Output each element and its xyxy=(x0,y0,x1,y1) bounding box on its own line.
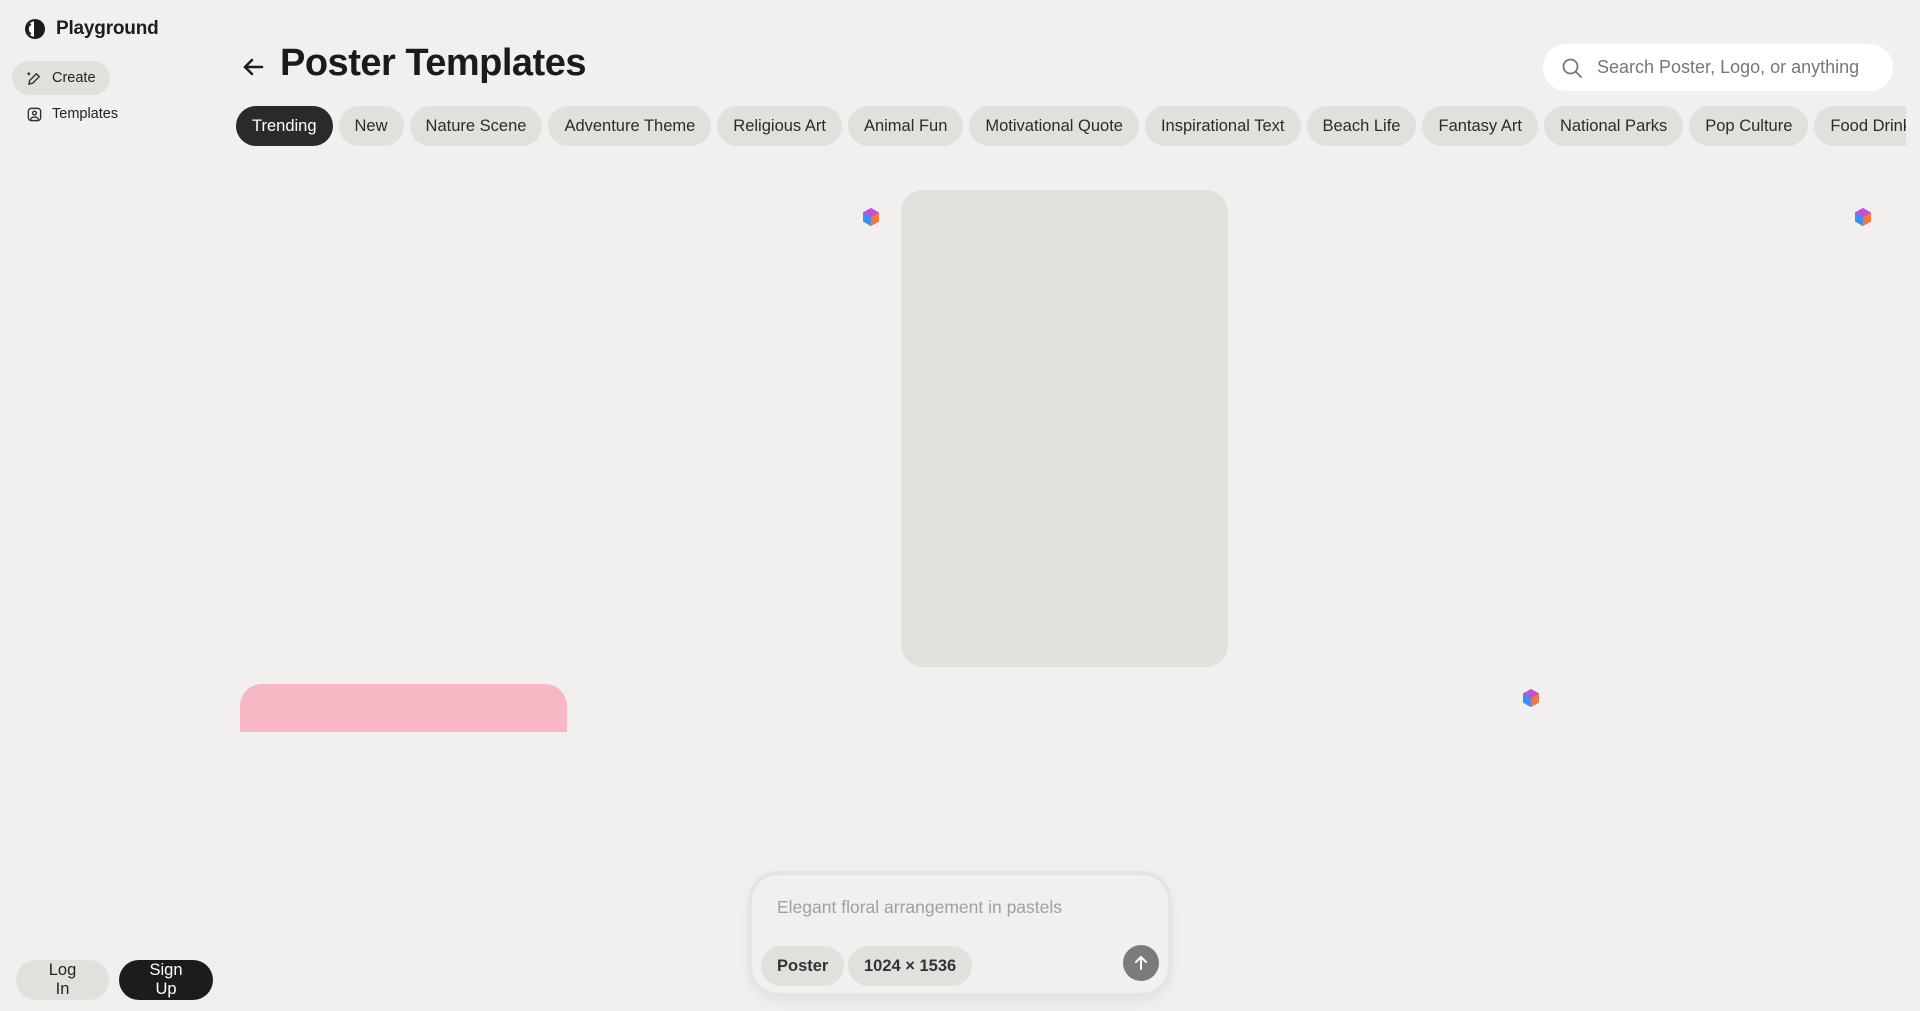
chip-nature-scene[interactable]: Nature Scene xyxy=(409,106,543,146)
loading-hexagon-icon xyxy=(863,208,879,226)
search-bar[interactable] xyxy=(1543,44,1893,91)
loading-hexagon-icon xyxy=(1855,208,1871,226)
auth-buttons: Log In Sign Up xyxy=(16,960,213,1000)
sidebar-item-label: Templates xyxy=(52,106,119,122)
brand[interactable]: Playground xyxy=(24,18,159,40)
chip-adventure-theme[interactable]: Adventure Theme xyxy=(548,106,712,146)
sidebar-item-label: Create xyxy=(52,70,96,86)
prompt-composer: Poster 1024 × 1536 xyxy=(752,875,1168,993)
size-selector[interactable]: 1024 × 1536 xyxy=(848,946,973,986)
page-title: Poster Templates xyxy=(280,42,586,84)
template-card[interactable] xyxy=(240,684,567,732)
chip-motivational-quote[interactable]: Motivational Quote xyxy=(969,106,1139,146)
search-icon xyxy=(1562,58,1582,78)
sidebar-item-create[interactable]: Create xyxy=(12,61,110,95)
type-selector[interactable]: Poster xyxy=(761,946,845,986)
search-input[interactable] xyxy=(1597,57,1877,78)
arrow-up-icon xyxy=(1135,956,1147,970)
chip-food-drink[interactable]: Food Drink xyxy=(1814,106,1906,146)
signup-button[interactable]: Sign Up xyxy=(119,960,213,1000)
back-arrow-icon[interactable] xyxy=(238,52,268,82)
chip-inspirational-text[interactable]: Inspirational Text xyxy=(1144,106,1301,146)
login-button[interactable]: Log In xyxy=(16,960,109,1000)
chip-national-parks[interactable]: National Parks xyxy=(1543,106,1684,146)
chip-trending[interactable]: Trending xyxy=(236,106,333,146)
category-chips: Trending New Nature Scene Adventure Them… xyxy=(236,106,1906,146)
chip-religious-art[interactable]: Religious Art xyxy=(717,106,842,146)
prompt-input[interactable] xyxy=(777,897,1137,918)
sidebar: Playground Create Templates Log In Sign … xyxy=(0,0,230,1011)
chip-new[interactable]: New xyxy=(338,106,404,146)
sidebar-item-templates[interactable]: Templates xyxy=(12,97,132,131)
chip-fantasy-art[interactable]: Fantasy Art xyxy=(1422,106,1538,146)
template-card-loading[interactable] xyxy=(901,190,1228,667)
image-frame-icon xyxy=(27,107,42,121)
chip-pop-culture[interactable]: Pop Culture xyxy=(1689,106,1809,146)
loading-hexagon-icon xyxy=(1523,689,1539,707)
chip-animal-fun[interactable]: Animal Fun xyxy=(847,106,964,146)
chip-beach-life[interactable]: Beach Life xyxy=(1306,106,1417,146)
pen-sparkle-icon xyxy=(27,71,40,85)
send-button[interactable] xyxy=(1123,945,1159,981)
brand-name: Playground xyxy=(56,18,159,39)
playground-logo-icon xyxy=(25,19,45,39)
